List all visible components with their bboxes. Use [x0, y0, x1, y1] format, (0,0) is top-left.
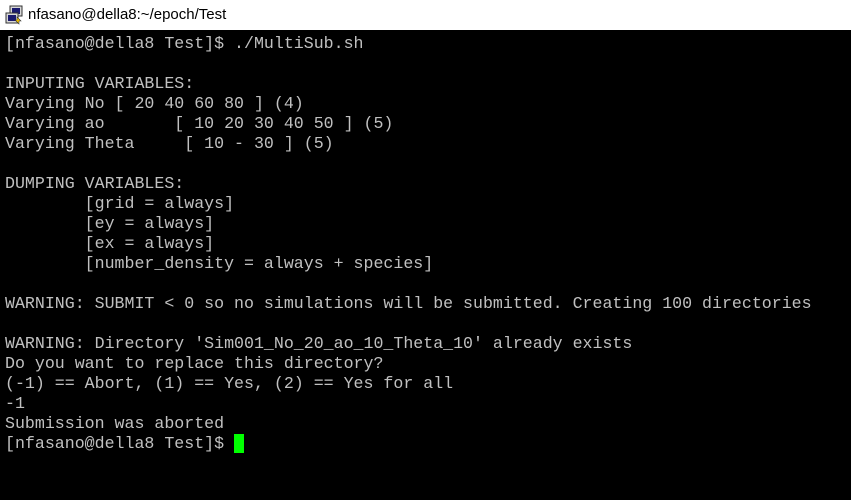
text-cursor [234, 434, 244, 453]
title-bar[interactable]: nfasano@della8:~/epoch/Test [0, 0, 851, 30]
terminal-output[interactable]: [nfasano@della8 Test]$ ./MultiSub.sh INP… [0, 30, 851, 500]
terminal-line: (-1) == Abort, (1) == Yes, (2) == Yes fo… [5, 374, 454, 393]
terminal-line: Varying ao [ 10 20 30 40 50 ] (5) [5, 114, 394, 133]
terminal-line: WARNING: SUBMIT < 0 so no simulations wi… [5, 294, 812, 313]
window-title: nfasano@della8:~/epoch/Test [28, 6, 227, 23]
terminal-line: Do you want to replace this directory? [5, 354, 384, 373]
terminal-line: WARNING: Directory 'Sim001_No_20_ao_10_T… [5, 334, 633, 353]
terminal-line: [ex = always] [5, 234, 215, 253]
terminal-line: [grid = always] [5, 194, 235, 213]
terminal-line: [nfasano@della8 Test]$ ./MultiSub.sh [5, 34, 364, 53]
terminal-line: INPUTING VARIABLES: [5, 74, 195, 93]
terminal-window: nfasano@della8:~/epoch/Test [nfasano@del… [0, 0, 851, 500]
terminal-prompt: [nfasano@della8 Test]$ [5, 434, 235, 453]
terminal-line: [ey = always] [5, 214, 215, 233]
putty-icon [5, 5, 23, 25]
terminal-line: Varying Theta [ 10 - 30 ] (5) [5, 134, 334, 153]
terminal-line: -1 [5, 394, 25, 413]
terminal-line: Submission was aborted [5, 414, 225, 433]
terminal-line: DUMPING VARIABLES: [5, 174, 185, 193]
terminal-line: [number_density = always + species] [5, 254, 434, 273]
terminal-line: Varying No [ 20 40 60 80 ] (4) [5, 94, 304, 113]
